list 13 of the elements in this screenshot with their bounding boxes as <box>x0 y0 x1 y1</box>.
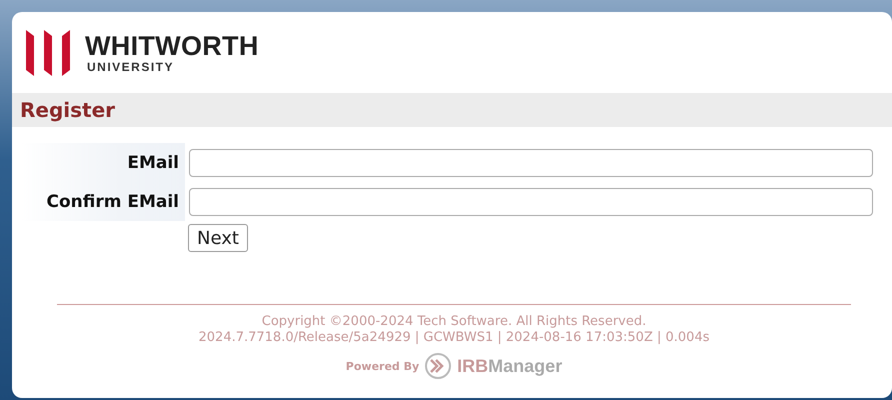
chevron-logo-icon <box>424 352 452 380</box>
logo-subtitle: UNIVERSITY <box>86 60 176 74</box>
input-field[interactable] <box>189 148 873 176</box>
field-label: Confirm EMail <box>46 192 179 212</box>
powered-by-text: Powered By <box>346 360 420 372</box>
logo-name: WHITWORTH <box>85 32 259 60</box>
page-title: Register <box>20 98 116 122</box>
next-button[interactable]: Next <box>188 224 248 252</box>
input-field[interactable] <box>189 188 873 216</box>
field-label: EMail <box>127 152 179 172</box>
copyright-text: Copyright ©2000-2024 Tech Software. All Rights Reserved. <box>262 314 646 329</box>
version-text: 2024.7.7718.0/Release/5a24929 | GCWBWS1 | 2024-08-16 17:03:50Z | 0.004s <box>198 330 710 345</box>
brand-name: IRBManager <box>457 356 562 376</box>
